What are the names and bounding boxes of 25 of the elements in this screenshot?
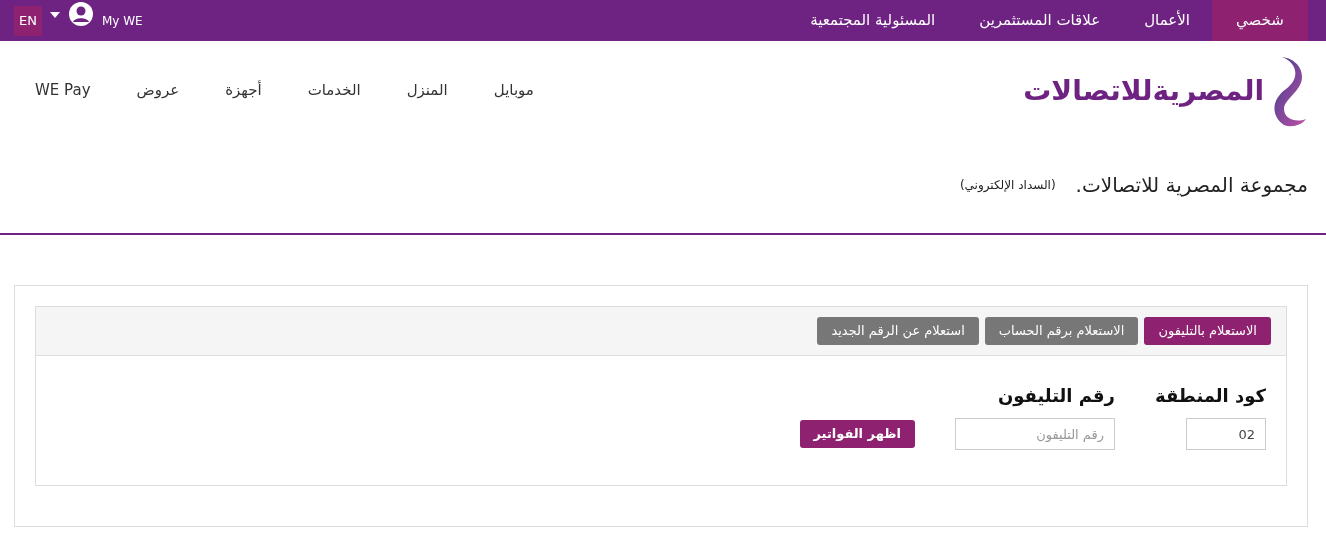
phone-field[interactable]: رقم التليفون (955, 418, 1115, 450)
area-code-field[interactable]: 02 (1186, 418, 1266, 450)
nav-link[interactable]: أجهزة (225, 79, 262, 102)
field-label: كود المنطقة (1155, 384, 1266, 408)
top-tab[interactable]: شخصي (1212, 0, 1308, 41)
nav-link[interactable]: الخدمات (307, 79, 361, 102)
field-label: رقم التليفون (997, 384, 1115, 408)
caret-icon[interactable] (49, 11, 60, 18)
page-title: مجموعة المصرية للاتصالات. (1075, 171, 1308, 199)
page-subtitle: (السداد الإلكتروني) (959, 176, 1056, 194)
nav-link[interactable]: موبايل (493, 79, 534, 102)
inquiry-tab[interactable]: استعلام عن الرقم الجديد (817, 317, 979, 345)
top-tab[interactable]: علاقات المستثمرين (957, 0, 1123, 41)
user-icon[interactable] (67, 0, 94, 27)
logo-wordmark: المصريةللاتصالات (1023, 72, 1264, 109)
inquiry-tab[interactable]: الاستعلام بالتليفون (1144, 317, 1271, 345)
inquiry-tab[interactable]: الاستعلام برقم الحساب (984, 317, 1139, 345)
top-tab[interactable]: الأعمال (1122, 0, 1212, 41)
nav-link[interactable]: عروض (136, 79, 180, 102)
nav-link[interactable]: المنزل (406, 79, 448, 102)
nav-link[interactable]: WE Pay (35, 79, 91, 102)
top-tab[interactable]: المسئولية المجتمعية (788, 0, 958, 41)
show-bills-button[interactable]: اظهر الفواتير (799, 420, 915, 448)
language-button[interactable]: EN (14, 5, 42, 36)
account-link[interactable]: My WE (101, 11, 143, 30)
